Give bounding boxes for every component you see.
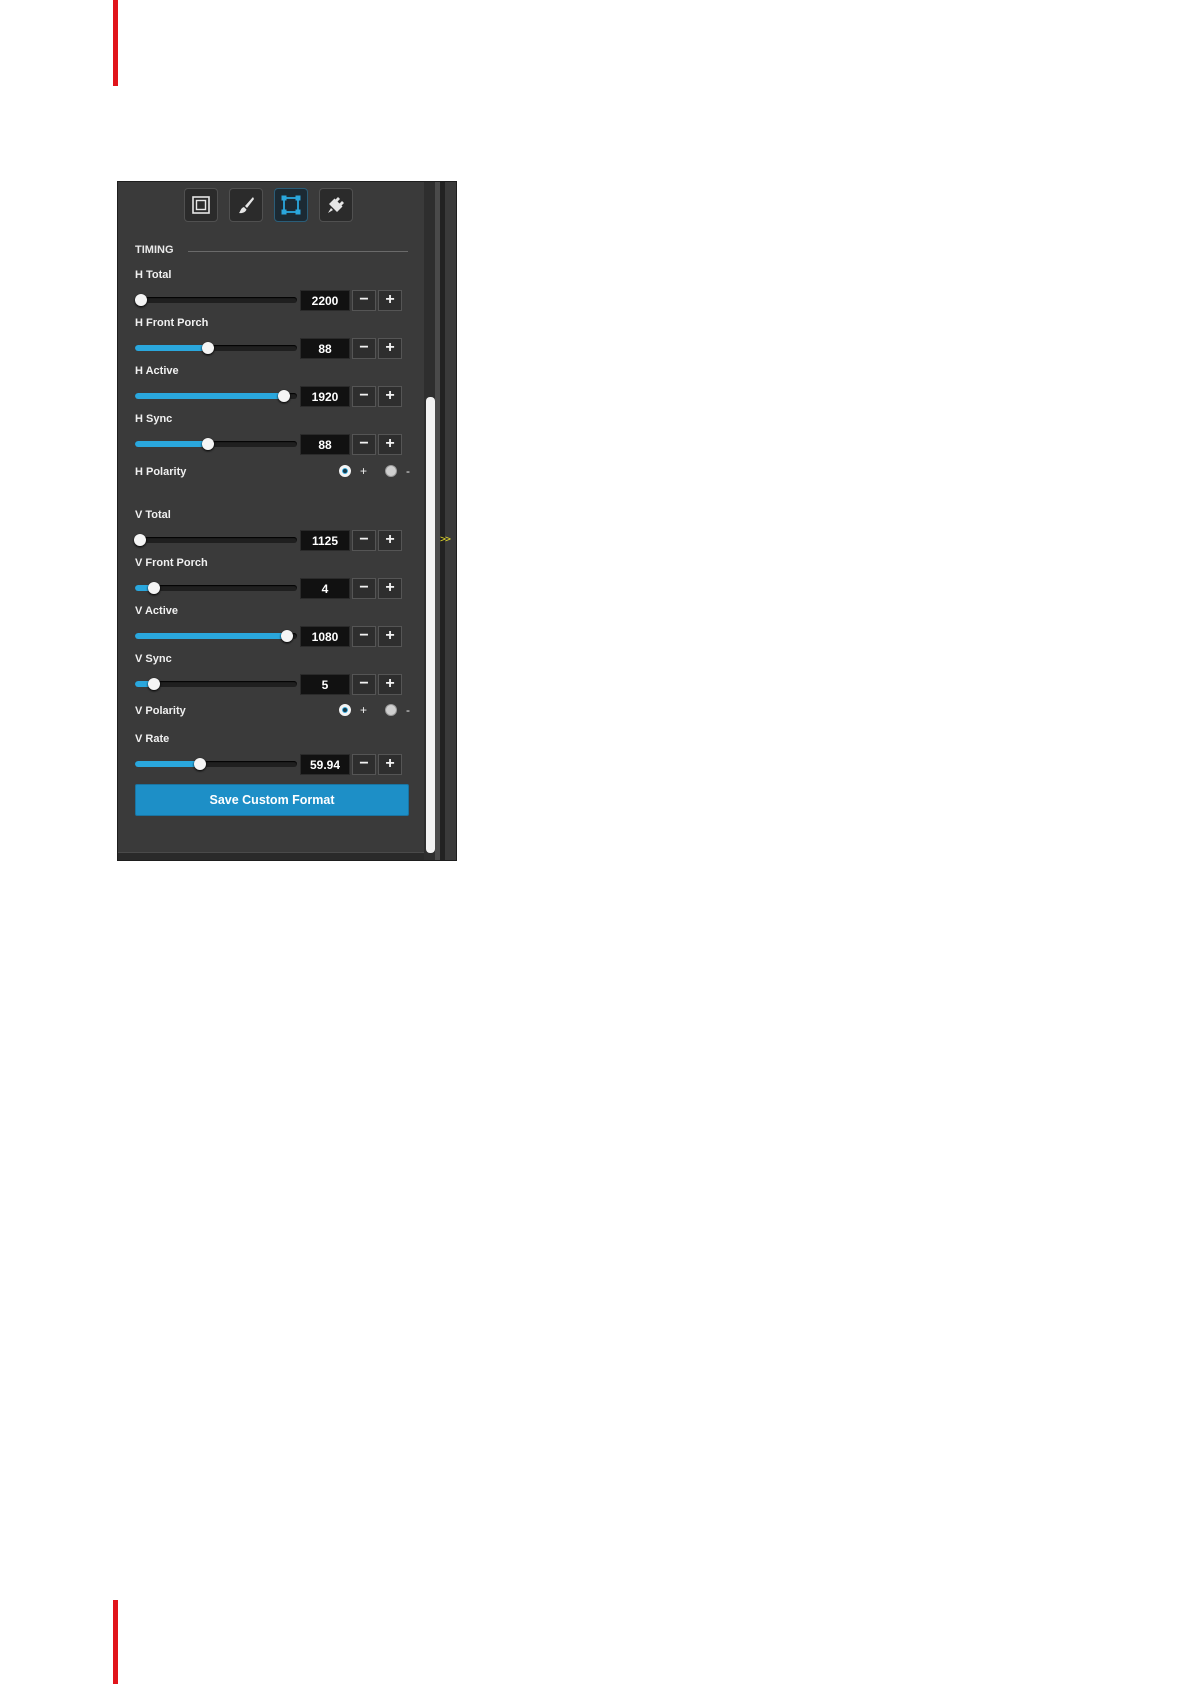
param-h-active: H Active 1920 − +	[135, 364, 415, 410]
h-active-value[interactable]: 1920	[300, 386, 350, 407]
h-active-slider[interactable]	[135, 390, 297, 402]
plug-icon	[328, 197, 344, 213]
h-front-porch-decrement-button[interactable]: −	[352, 338, 376, 359]
h-polarity-control: H Polarity + -	[135, 464, 415, 480]
slider-handle[interactable]	[193, 758, 206, 770]
radio-label: -	[406, 464, 410, 478]
frame-icon	[192, 196, 210, 214]
slider-handle[interactable]	[278, 390, 291, 402]
slider-handle[interactable]	[133, 534, 146, 546]
v-sync-increment-button[interactable]: +	[378, 674, 402, 695]
param-v-active: V Active 1080 − +	[135, 604, 415, 650]
v-active-value[interactable]: 1080	[300, 626, 350, 647]
h-total-increment-button[interactable]: +	[378, 290, 402, 311]
param-label: V Front Porch	[135, 557, 208, 569]
h-front-porch-slider[interactable]	[135, 342, 297, 354]
v-front-porch-increment-button[interactable]: +	[378, 578, 402, 599]
tab-frame[interactable]	[184, 188, 218, 222]
h-total-decrement-button[interactable]: −	[352, 290, 376, 311]
v-rate-slider[interactable]	[135, 758, 297, 770]
h-active-decrement-button[interactable]: −	[352, 386, 376, 407]
param-label: V Active	[135, 605, 179, 617]
param-label: H Sync	[135, 413, 173, 425]
h-polarity-minus-radio[interactable]	[385, 465, 397, 477]
tab-input[interactable]	[319, 188, 353, 222]
slider-handle[interactable]	[281, 630, 294, 642]
v-total-decrement-button[interactable]: −	[352, 530, 376, 551]
slider-handle[interactable]	[135, 294, 148, 306]
param-v-rate: V Rate 59.94 − +	[135, 732, 415, 778]
v-sync-value[interactable]: 5	[300, 674, 350, 695]
page-margin-mark-top	[113, 0, 118, 86]
slider-handle[interactable]	[201, 342, 214, 354]
h-active-increment-button[interactable]: +	[378, 386, 402, 407]
radio-label: -	[406, 703, 410, 717]
v-polarity-plus-radio[interactable]	[339, 704, 351, 716]
section-title: TIMING	[135, 244, 174, 256]
param-label: V Polarity	[135, 705, 186, 717]
page-margin-mark-bottom	[113, 1600, 118, 1684]
v-active-decrement-button[interactable]: −	[352, 626, 376, 647]
v-sync-decrement-button[interactable]: −	[352, 674, 376, 695]
radio-label: +	[360, 464, 368, 478]
v-total-slider[interactable]	[133, 534, 297, 546]
param-label: V Total	[135, 509, 171, 521]
v-rate-decrement-button[interactable]: −	[352, 754, 376, 775]
scrollbar-thumb[interactable]	[426, 397, 435, 853]
h-front-porch-increment-button[interactable]: +	[378, 338, 402, 359]
param-h-total: H Total 2200 − +	[135, 268, 415, 314]
panel-resize-bar[interactable]	[118, 852, 424, 860]
param-label: H Front Porch	[135, 317, 209, 329]
crop-corners-icon	[281, 195, 301, 215]
h-front-porch-value[interactable]: 88	[300, 338, 350, 359]
v-front-porch-slider[interactable]	[135, 582, 297, 594]
v-polarity-control: V Polarity + -	[135, 703, 415, 719]
save-custom-format-button[interactable]: Save Custom Format	[135, 784, 409, 816]
v-sync-slider[interactable]	[135, 678, 297, 690]
brush-icon	[239, 197, 254, 214]
v-active-increment-button[interactable]: +	[378, 626, 402, 647]
tab-geometry[interactable]	[274, 188, 308, 222]
collapse-panel-arrow-icon[interactable]: >>	[440, 534, 451, 545]
v-polarity-minus-radio[interactable]	[385, 704, 397, 716]
slider-handle[interactable]	[148, 678, 161, 690]
h-sync-value[interactable]: 88	[300, 434, 350, 455]
param-h-sync: H Sync 88 − +	[135, 412, 415, 458]
param-v-front-porch: V Front Porch 4 − +	[135, 556, 415, 602]
tab-color[interactable]	[229, 188, 263, 222]
param-label: V Rate	[135, 733, 170, 745]
h-sync-slider[interactable]	[135, 438, 297, 450]
h-polarity-plus-radio[interactable]	[339, 465, 351, 477]
h-total-slider[interactable]	[135, 294, 297, 306]
param-v-sync: V Sync 5 − +	[135, 652, 415, 698]
h-total-value[interactable]: 2200	[300, 290, 350, 311]
radio-label: +	[360, 703, 368, 717]
param-label: H Polarity	[135, 466, 187, 478]
param-label: H Total	[135, 269, 172, 281]
v-total-value[interactable]: 1125	[300, 530, 350, 551]
v-active-slider[interactable]	[135, 630, 297, 642]
param-h-front-porch: H Front Porch 88 − +	[135, 316, 415, 362]
panel-tab-bar	[184, 188, 353, 222]
timing-settings-panel: TIMING H Total 2200 − + H Front Porch 88…	[117, 181, 457, 861]
v-rate-value[interactable]: 59.94	[300, 754, 350, 775]
v-rate-increment-button[interactable]: +	[378, 754, 402, 775]
slider-handle[interactable]	[148, 582, 161, 594]
param-label: V Sync	[135, 653, 172, 665]
v-total-increment-button[interactable]: +	[378, 530, 402, 551]
param-v-total: V Total 1125 − +	[133, 508, 415, 554]
slider-handle[interactable]	[201, 438, 214, 450]
h-sync-increment-button[interactable]: +	[378, 434, 402, 455]
h-sync-decrement-button[interactable]: −	[352, 434, 376, 455]
section-divider	[188, 251, 408, 252]
param-label: H Active	[135, 365, 179, 377]
v-front-porch-decrement-button[interactable]: −	[352, 578, 376, 599]
v-front-porch-value[interactable]: 4	[300, 578, 350, 599]
